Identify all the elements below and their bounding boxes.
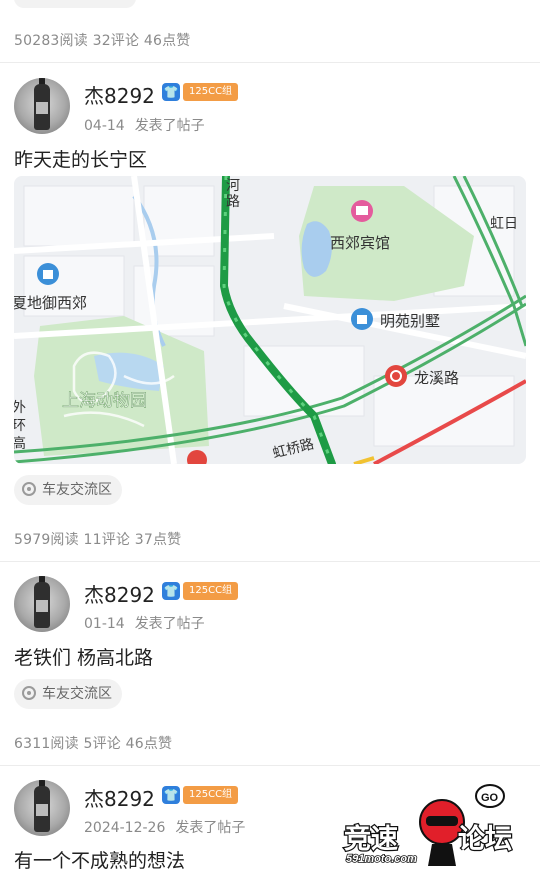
post-stats: 6311阅读 5评论 46点赞 — [14, 736, 173, 752]
watermark-logo: GO 竞速 论坛 591moto.com — [340, 782, 536, 880]
map-label-left-2: 环 — [14, 417, 26, 433]
post-date: 01-14 — [84, 616, 125, 632]
map-label-road-top-1: 河 — [226, 177, 240, 193]
post-action: 发表了帖子 — [134, 616, 205, 632]
post-stats: 5979阅读 11评论 37点赞 — [14, 532, 182, 548]
watermark-text-1: 竞速 — [344, 823, 398, 854]
post-meta: 01-14 发表了帖子 — [84, 613, 205, 633]
map-label-left-1: 外 — [14, 399, 26, 415]
post-title[interactable]: 老铁们 杨高北路 — [14, 643, 153, 670]
post-title[interactable]: 有一个不成熟的想法 — [14, 846, 185, 873]
map-label-xijiao: 西郊宾馆 — [330, 235, 390, 252]
group-badge: 125CC组 — [183, 83, 239, 101]
poi-mingyuan-icon — [351, 308, 373, 330]
forum-tag[interactable]: 车友交流区 — [14, 475, 122, 505]
avatar[interactable] — [14, 780, 70, 836]
divider — [0, 561, 540, 562]
shirt-icon: 👕 — [162, 83, 180, 101]
tag-icon — [22, 482, 36, 496]
tag-icon — [22, 686, 36, 700]
post-title[interactable]: 昨天走的长宁区 — [14, 145, 147, 172]
post-meta: 2024-12-26 发表了帖子 — [84, 817, 245, 837]
map-svg: 河 路 西郊宾馆 虹日 夏地御西郊 明苑别墅 龙溪路 上海动物园 虹桥路 外 环… — [14, 176, 526, 464]
shirt-icon: 👕 — [162, 786, 180, 804]
watermark-bubble: GO — [481, 792, 499, 804]
map-image[interactable]: 河 路 西郊宾馆 虹日 夏地御西郊 明苑别墅 龙溪路 上海动物园 虹桥路 外 环… — [14, 176, 526, 464]
avatar[interactable] — [14, 78, 70, 134]
forum-tag[interactable]: 车友交流区 — [14, 679, 122, 709]
poi-xijiao-icon — [351, 200, 373, 222]
map-label-left-3: 高 — [14, 435, 26, 451]
map-label-xiajia: 夏地御西郊 — [14, 295, 87, 312]
map-label-hongri: 虹日 — [490, 215, 518, 231]
watermark-text-2: 论坛 — [458, 824, 512, 854]
poi-xiajia-icon — [37, 263, 59, 285]
username[interactable]: 杰8292 — [84, 579, 155, 608]
group-badge: 125CC组 — [183, 786, 239, 804]
metro-station-icon — [385, 365, 407, 387]
previous-post-tag[interactable] — [14, 0, 136, 8]
post-date: 2024-12-26 — [84, 820, 166, 836]
shirt-icon: 👕 — [162, 582, 180, 600]
username[interactable]: 杰8292 — [84, 783, 155, 812]
map-label-road-top-2: 路 — [226, 193, 240, 209]
watermark-site: 591moto.com — [346, 853, 417, 865]
map-label-zoo: 上海动物园 — [62, 391, 147, 410]
divider — [0, 62, 540, 63]
group-badge: 125CC组 — [183, 582, 239, 600]
post-meta: 04-14 发表了帖子 — [84, 115, 205, 135]
forum-tag-label: 车友交流区 — [42, 482, 112, 498]
post-action: 发表了帖子 — [175, 820, 246, 836]
username[interactable]: 杰8292 — [84, 80, 155, 109]
forum-tag-label: 车友交流区 — [42, 686, 112, 702]
map-label-longxi: 龙溪路 — [414, 370, 459, 387]
post-action: 发表了帖子 — [134, 118, 205, 134]
post-stats: 50283阅读 32评论 46点赞 — [14, 33, 191, 49]
map-label-mingyuan: 明苑别墅 — [380, 313, 440, 330]
post-date: 04-14 — [84, 118, 125, 134]
avatar[interactable] — [14, 576, 70, 632]
divider — [0, 765, 540, 766]
